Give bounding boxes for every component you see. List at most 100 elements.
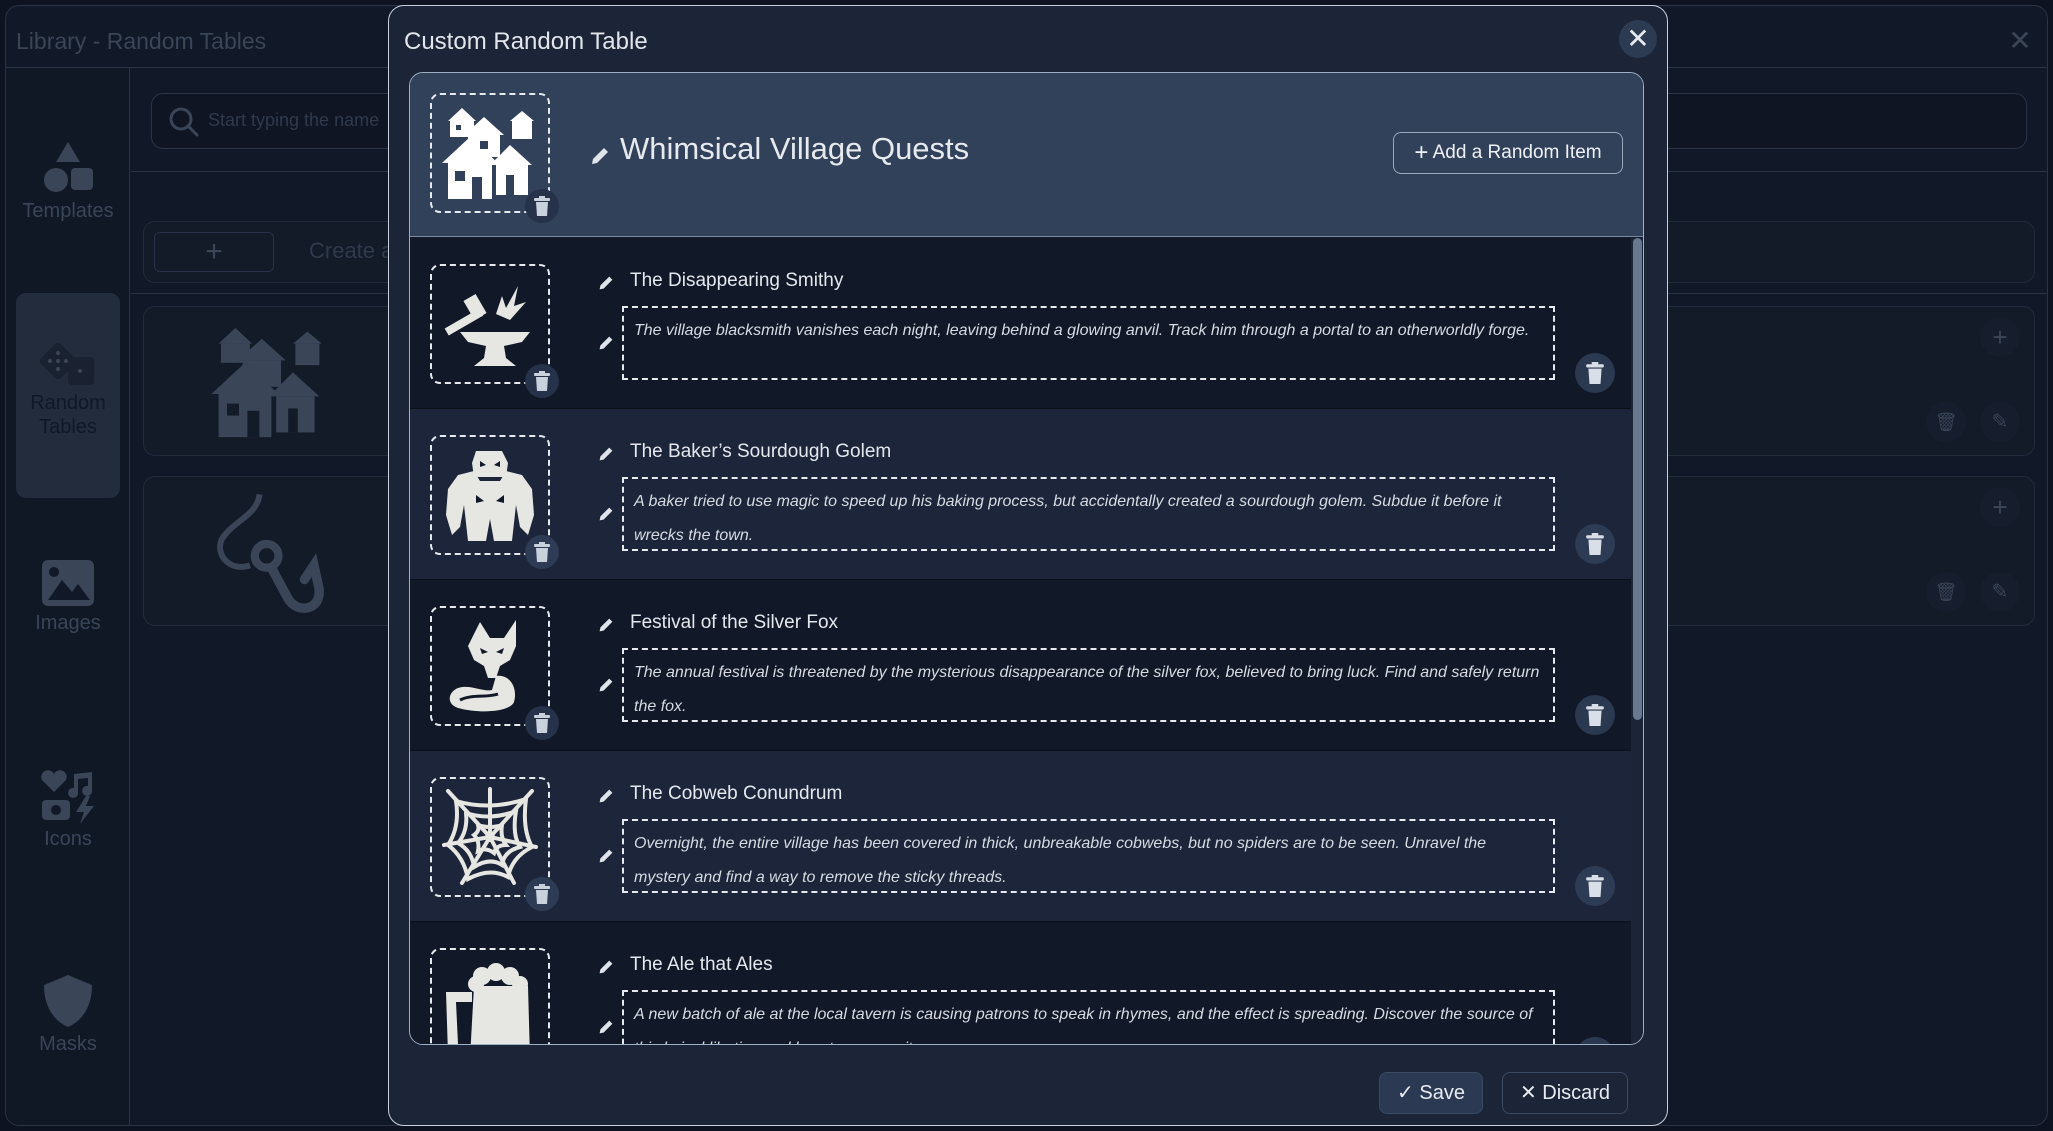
item-description[interactable]: A baker tried to use magic to speed up h…	[622, 477, 1555, 551]
remove-item-icon-button[interactable]	[525, 535, 559, 569]
item-title[interactable]: The Cobweb Conundrum	[630, 783, 842, 805]
sidebar-item-images[interactable]: Images	[16, 558, 120, 635]
edit-title-icon[interactable]	[598, 274, 614, 292]
edit-description-icon[interactable]	[598, 505, 614, 523]
remove-item-icon-button[interactable]	[525, 877, 559, 911]
plus-icon: +	[1992, 492, 2008, 522]
plus-icon: +	[205, 235, 223, 268]
anvil-hammer-icon	[444, 286, 530, 366]
checkmark-icon: ✓	[1397, 1082, 1414, 1104]
remove-table-icon-button[interactable]	[525, 189, 559, 223]
search-icon	[169, 107, 199, 137]
discard-button[interactable]: ✕ Discard	[1502, 1072, 1628, 1114]
golem-icon	[446, 451, 534, 541]
discard-label: Discard	[1542, 1082, 1611, 1104]
sidebar-item-masks[interactable]: Masks	[16, 973, 120, 1056]
trash-icon	[534, 542, 550, 562]
add-item-button[interactable]: +	[1980, 487, 2020, 527]
edit-button[interactable]: ✎	[1980, 572, 2020, 612]
edit-table-name-icon[interactable]	[590, 146, 610, 166]
window-title: Library - Random Tables	[16, 28, 267, 54]
edit-title-icon[interactable]	[598, 445, 614, 463]
delete-item-button[interactable]	[1575, 1037, 1615, 1044]
random-item: Festival of the Silver Fox The annual fe…	[410, 580, 1631, 751]
save-button[interactable]: ✓ Save	[1379, 1072, 1483, 1114]
delete-item-button[interactable]	[1575, 866, 1615, 906]
shapes-icon	[44, 142, 93, 192]
add-random-item-label: Add a Random Item	[1432, 142, 1602, 163]
village-icon	[442, 108, 534, 199]
random-item: The Disappearing Smithy The village blac…	[410, 238, 1631, 409]
item-icon-picker[interactable]	[430, 948, 550, 1044]
sidebar-item-icons[interactable]: Icons	[16, 768, 120, 851]
close-icon: ✕	[2008, 25, 2032, 56]
remove-item-icon-button[interactable]	[525, 364, 559, 398]
village-icon	[211, 328, 322, 438]
edit-title-icon[interactable]	[598, 616, 614, 634]
beer-mug-icon	[446, 963, 530, 1044]
sidebar-item-label: Masks	[39, 1033, 97, 1055]
dialog-title: Custom Random Table	[404, 28, 648, 55]
icons-collection-icon	[41, 770, 94, 824]
item-description[interactable]: Overnight, the entire village has been c…	[622, 819, 1555, 893]
trash-icon: 🗑	[1934, 412, 1958, 432]
random-item: The Ale that Ales A new batch of ale at …	[410, 922, 1631, 1044]
shield-icon	[44, 975, 92, 1027]
pencil-icon: ✎	[1991, 581, 2009, 603]
delete-item-button[interactable]	[1575, 524, 1615, 564]
item-description[interactable]: The annual festival is threatened by the…	[622, 648, 1555, 722]
remove-item-icon-button[interactable]	[525, 706, 559, 740]
delete-item-button[interactable]	[1575, 695, 1615, 735]
items-scrollbar[interactable]	[1631, 238, 1643, 1044]
sidebar-item-label: Templates	[22, 200, 114, 222]
table-header: Whimsical Village Quests + Add a Random …	[410, 73, 1643, 237]
edit-description-icon[interactable]	[598, 1018, 614, 1036]
delete-button[interactable]: 🗑	[1926, 572, 1966, 612]
random-table-card: Whimsical Village Quests + Add a Random …	[409, 72, 1644, 1045]
spider-web-icon	[442, 787, 538, 885]
pencil-icon: ✎	[1991, 411, 2009, 433]
edit-description-icon[interactable]	[598, 676, 614, 694]
random-items-list: The Disappearing Smithy The village blac…	[410, 238, 1631, 1044]
custom-random-table-dialog: Custom Random Table ✕ Whimsical Village …	[388, 5, 1668, 1126]
edit-title-icon[interactable]	[598, 958, 614, 976]
item-title[interactable]: The Ale that Ales	[630, 954, 773, 976]
table-name[interactable]: Whimsical Village Quests	[620, 131, 969, 167]
random-item: The Baker’s Sourdough Golem A baker trie…	[410, 409, 1631, 580]
image-icon	[42, 560, 94, 606]
dice-icon	[40, 343, 94, 385]
edit-description-icon[interactable]	[598, 847, 614, 865]
edit-button[interactable]: ✎	[1980, 402, 2020, 442]
sidebar-item-label: Icons	[44, 828, 92, 850]
sidebar-item-templates[interactable]: Templates	[16, 140, 120, 223]
item-title[interactable]: Festival of the Silver Fox	[630, 612, 838, 634]
add-item-button[interactable]: +	[1980, 317, 2020, 357]
trash-icon	[534, 196, 550, 216]
item-description[interactable]: A new batch of ale at the local tavern i…	[622, 990, 1555, 1044]
close-icon: ✕	[1519, 1082, 1537, 1104]
trash-icon	[1586, 362, 1604, 384]
item-title[interactable]: The Disappearing Smithy	[630, 270, 843, 292]
sidebar-item-label: Images	[35, 612, 101, 634]
edit-description-icon[interactable]	[598, 334, 614, 352]
search-placeholder: Start typing the name	[208, 110, 380, 130]
trash-icon: 🗑	[1934, 582, 1958, 602]
item-description[interactable]: The village blacksmith vanishes each nig…	[622, 306, 1555, 380]
delete-item-button[interactable]	[1575, 353, 1615, 393]
item-title[interactable]: The Baker’s Sourdough Golem	[630, 441, 891, 463]
scrollbar-thumb[interactable]	[1633, 238, 1642, 720]
trash-icon	[534, 884, 550, 904]
add-random-item-button[interactable]: + Add a Random Item	[1393, 132, 1623, 174]
edit-title-icon[interactable]	[598, 787, 614, 805]
window-close-button[interactable]: ✕	[2003, 24, 2037, 58]
sidebar-item-random-tables[interactable]: Random Tables	[16, 293, 120, 498]
plus-icon: +	[1414, 139, 1429, 166]
delete-button[interactable]: 🗑	[1926, 402, 1966, 442]
sidebar: Templates Random Tables Images Icons Mas…	[6, 68, 130, 1125]
trash-icon	[1586, 704, 1604, 726]
dialog-close-button[interactable]: ✕	[1619, 20, 1657, 58]
create-table-button[interactable]: +	[154, 232, 274, 272]
random-item: The Cobweb Conundrum Overnight, the enti…	[410, 751, 1631, 922]
close-icon: ✕	[1626, 23, 1650, 54]
save-label: Save	[1419, 1082, 1465, 1104]
